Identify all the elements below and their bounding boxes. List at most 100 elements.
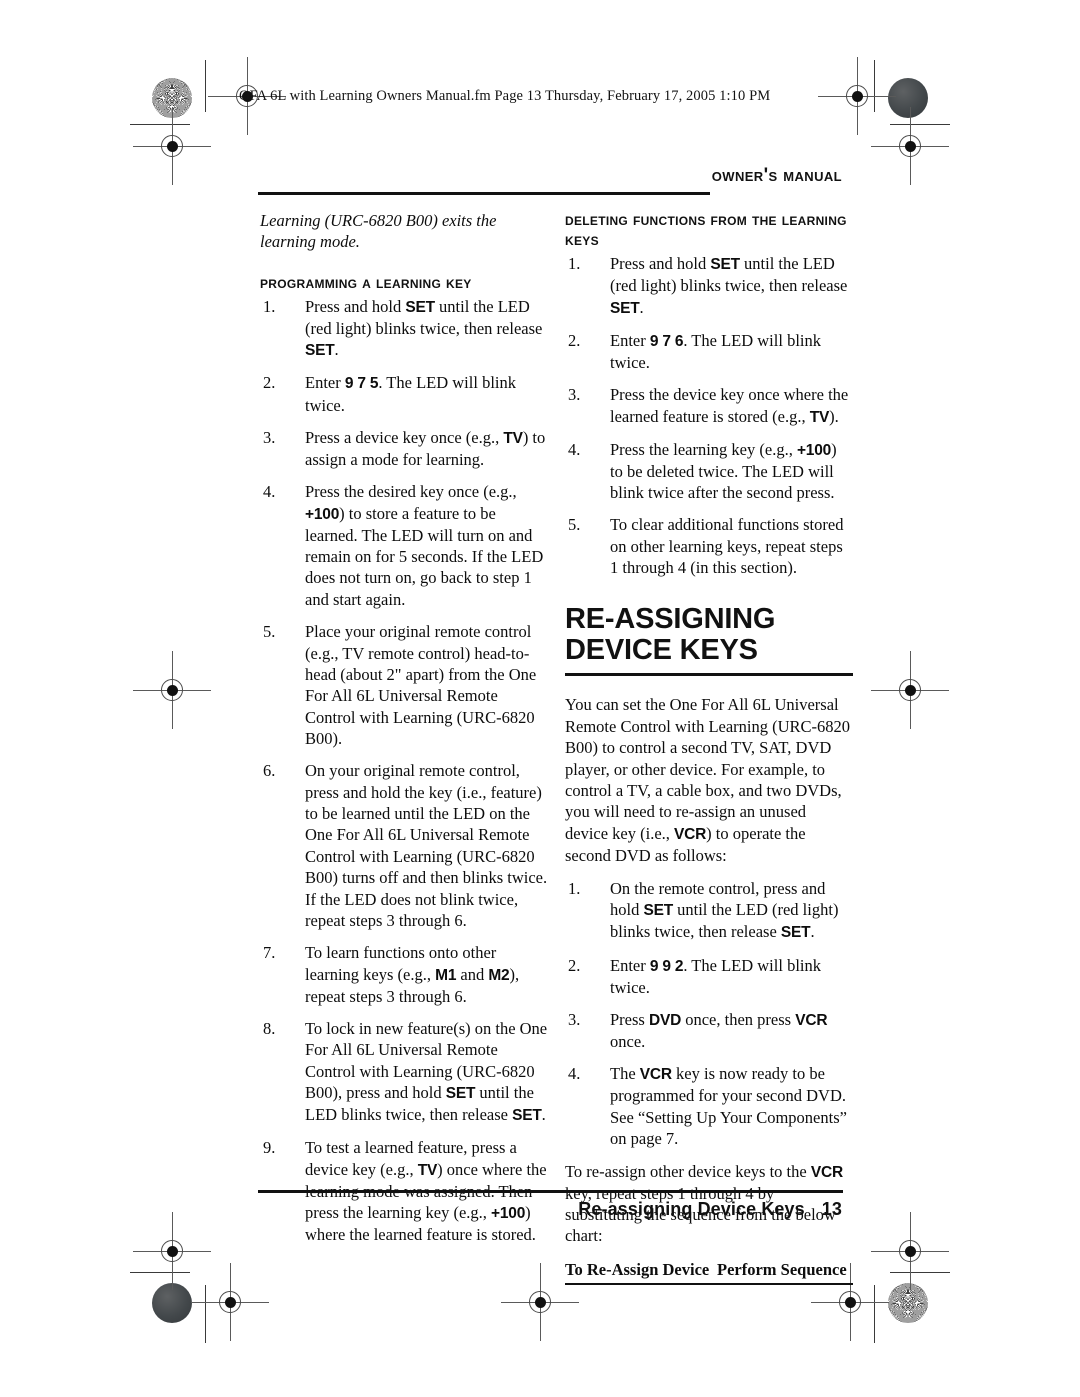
footer-rule	[258, 1190, 843, 1193]
text-run: once.	[610, 1032, 646, 1052]
step-number: 4.	[263, 482, 276, 502]
remote-key-label: M1	[435, 966, 457, 984]
remote-key-label: SET	[512, 1107, 542, 1125]
text-run: You can set the One For All 6L Universal…	[565, 695, 851, 843]
remote-key-label: TV	[503, 429, 523, 447]
step-number: 3.	[568, 1009, 581, 1029]
step-text: On the remote control, press and hold SE…	[610, 879, 838, 941]
text-run: .	[810, 922, 815, 942]
step-number: 6.	[263, 761, 276, 781]
step-item: 3. Press the device key once where the le…	[565, 384, 853, 427]
text-run: .	[334, 340, 339, 360]
delete-steps-list: 1. Press and hold SET until the LED (red …	[565, 253, 853, 578]
text-run: .	[639, 297, 644, 317]
text-run: Press a device key once (e.g.,	[305, 427, 504, 447]
step-item: 3. Press DVD once, then press VCR once.	[565, 1009, 853, 1052]
step-number: 1.	[568, 879, 581, 899]
step-item: 8. To lock in new feature(s) on the One F…	[260, 1018, 548, 1126]
chart-col2-header: Perform Sequence	[717, 1259, 847, 1279]
remote-key-label: +100	[491, 1204, 526, 1222]
step-number: 9.	[263, 1138, 276, 1158]
remote-key-label: SET	[610, 299, 640, 317]
text-run: ) to store a feature to be learned. The …	[305, 503, 544, 609]
step-item: 2. Enter 9 7 5. The LED will blink twice.	[260, 372, 548, 415]
step-text: The VCR key is now ready to be programme…	[610, 1064, 847, 1148]
step-number: 4.	[568, 1064, 581, 1084]
document-page: Owner's Manual Learning (URC-6820 B00) e…	[0, 0, 1080, 1397]
text-run: Enter	[610, 330, 650, 350]
text-run: .	[541, 1105, 546, 1125]
text-run: and	[456, 964, 489, 984]
remote-key-label: 9 7 5	[344, 375, 379, 393]
heading-programming-a-learning-key: Programming a Learning Key	[260, 273, 472, 292]
step-item: 4. The VCR key is now ready to be program…	[565, 1063, 853, 1149]
step-text: Press the desired key once (e.g., +100) …	[305, 482, 543, 609]
step-number: 3.	[263, 427, 276, 447]
step-text: To learn functions onto other learning k…	[305, 943, 519, 1005]
step-item: 6. On your original remote control, press…	[260, 760, 548, 931]
remote-key-label: TV	[809, 408, 830, 426]
chart-header-row: To Re-Assign Device Perform Sequence	[565, 1259, 853, 1280]
re-assign-steps-list: 1. On the remote control, press and hold …	[565, 878, 853, 1149]
step-item: 4. Press the learning key (e.g., +100) to…	[565, 439, 853, 504]
heading-re-assigning-device-keys: RE-ASSIGNING DEVICE KEYS	[565, 603, 776, 667]
step-text: Place your original remote control (e.g.…	[305, 622, 536, 748]
chart-header-rule	[565, 1282, 853, 1285]
remote-key-label: 9 7 6	[649, 332, 684, 350]
step-item: 4. Press the desired key once (e.g., +100…	[260, 481, 548, 610]
remote-key-label: VCR	[795, 1011, 828, 1029]
big-heading-rule	[565, 673, 853, 677]
remote-key-label: SET	[305, 342, 335, 360]
chart-col1-header: To Re-Assign Device	[565, 1259, 710, 1279]
step-text: To clear additional functions stored on …	[610, 515, 843, 577]
remote-key-label: +100	[305, 505, 340, 523]
step-number: 5.	[263, 622, 276, 642]
remote-key-label: VCR	[674, 825, 707, 843]
remote-key-label: 9 9 2	[649, 957, 684, 975]
step-text: Press a device key once (e.g., TV) to as…	[305, 428, 545, 469]
step-number: 1.	[263, 297, 276, 316]
footer-page-number: 13	[821, 1199, 842, 1219]
remote-key-label: TV	[417, 1161, 438, 1179]
remote-key-label: SET	[405, 299, 435, 316]
step-number: 7.	[263, 943, 276, 963]
text-run: once, then press	[681, 1009, 796, 1029]
step-number: 2.	[568, 955, 581, 975]
remote-key-label: VCR	[810, 1163, 843, 1181]
remote-key-label: VCR	[639, 1066, 672, 1084]
step-item: 3. Press a device key once (e.g., TV) to …	[260, 427, 548, 470]
left-column: Learning (URC-6820 B00) exits the learni…	[260, 210, 548, 1256]
step-item: 2. Enter 9 9 2. The LED will blink twice.	[565, 955, 853, 998]
running-head-owners-manual: Owner's Manual	[711, 165, 842, 186]
page-footer: Re-assigning Device Keys 13	[578, 1199, 842, 1220]
step-text: Press DVD once, then press VCR once.	[610, 1009, 828, 1052]
step-text: Press and hold SET until the LED (red li…	[305, 297, 542, 359]
step-number: 5.	[568, 515, 581, 535]
text-run: To clear additional functions stored on …	[610, 515, 844, 578]
step-item: 7. To learn functions onto other learning…	[260, 942, 548, 1007]
step-number: 2.	[568, 330, 581, 350]
remote-key-label: SET	[710, 256, 740, 274]
step-text: Enter 9 7 6. The LED will blink twice.	[610, 331, 821, 372]
step-text: Press the learning key (e.g., +100) to b…	[610, 440, 837, 502]
step-text: Enter 9 9 2. The LED will blink twice.	[610, 956, 821, 997]
step-item: 5. To clear additional functions stored o…	[565, 514, 853, 578]
text-run: Place your original remote control (e.g.…	[305, 622, 537, 748]
text-run: Press and hold	[305, 297, 406, 316]
text-run: Press and hold	[610, 254, 711, 274]
intro-italic-note: Learning (URC-6820 B00) exits the learni…	[260, 211, 497, 252]
text-run: Press the learning key (e.g.,	[610, 439, 797, 459]
remote-key-label: SET	[445, 1085, 476, 1103]
right-column: Deleting Functions from the Learning Key…	[565, 210, 853, 1285]
remote-key-label: +100	[796, 441, 832, 459]
re-assign-intro-paragraph: You can set the One For All 6L Universal…	[565, 694, 853, 866]
step-item: 1. On the remote control, press and hold …	[565, 878, 853, 943]
step-number: 4.	[568, 439, 581, 459]
heading-deleting-functions: Deleting Functions from the Learning Key…	[565, 211, 847, 250]
step-text: Enter 9 7 5. The LED will blink twice.	[305, 373, 516, 414]
header-rule	[258, 192, 710, 195]
step-text: Press the device key once where the lear…	[610, 385, 848, 425]
text-run: To re-assign other device keys to the	[565, 1161, 811, 1181]
text-run: ).	[829, 406, 839, 426]
left-steps-list: 1. Press and hold SET until the LED (red …	[260, 296, 548, 1245]
